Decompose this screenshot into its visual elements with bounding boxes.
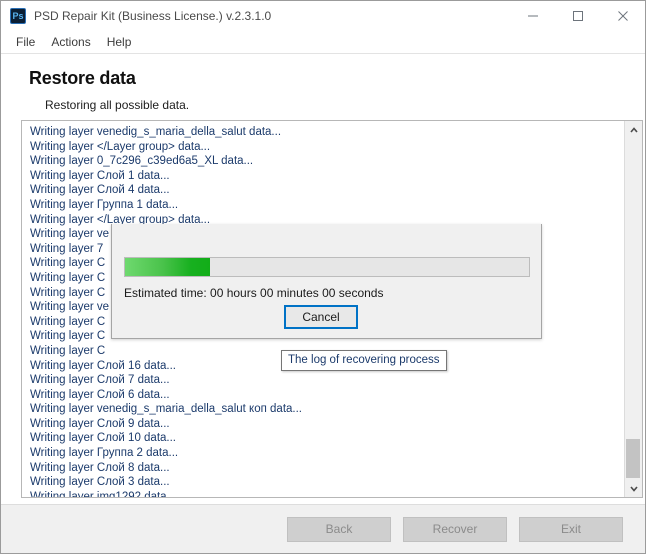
close-icon[interactable] (600, 1, 645, 31)
page-title: Restore data (29, 68, 136, 88)
log-line: Writing layer Слой 1 data... (30, 169, 170, 182)
log-tooltip: The log of recovering process (281, 350, 447, 371)
title-bar: Ps PSD Repair Kit (Business License.) v.… (1, 1, 645, 31)
application-window: Ps PSD Repair Kit (Business License.) v.… (0, 0, 646, 554)
chevron-down-icon[interactable] (625, 480, 642, 497)
maximize-icon[interactable] (555, 1, 600, 31)
log-line: Writing layer Слой 3 data... (30, 476, 170, 489)
recover-button[interactable]: Recover (403, 516, 507, 542)
log-line: Writing layer Слой 4 data... (30, 184, 170, 197)
progress-bar (124, 257, 530, 277)
log-line: Writing layer Слой 6 data... (30, 388, 170, 401)
menu-bar: File Actions Help (1, 31, 645, 54)
progress-dialog: Estimated time: 00 hours 00 minutes 00 s… (111, 224, 542, 339)
log-line: Writing layer venedig_s_maria_della_salu… (30, 126, 282, 138)
log-line: Writing layer Слой 8 data... (30, 461, 170, 474)
scrollbar-thumb[interactable] (626, 439, 640, 478)
menu-item-file[interactable]: File (8, 33, 43, 51)
photoshop-ps-icon: Ps (10, 8, 26, 24)
log-line: Writing layer </Layer group> data... (30, 140, 211, 153)
log-line: Writing layer Слой 9 data... (30, 417, 170, 430)
log-line: Writing layer Слой 7 data... (30, 374, 170, 387)
estimated-time-label: Estimated time: 00 hours 00 minutes 00 s… (124, 286, 384, 300)
page-header: Restore data Restoring all possible data… (1, 54, 645, 118)
log-line: Writing layer Группа 2 data... (30, 447, 179, 460)
log-scrollbar[interactable] (624, 121, 642, 497)
window-controls (510, 1, 645, 31)
minimize-icon[interactable] (510, 1, 555, 31)
log-line: Writing layer venedig_s_maria_della_salu… (30, 403, 302, 416)
log-line: Writing layer Группа 1 data... (30, 198, 179, 211)
menu-item-actions[interactable]: Actions (43, 33, 98, 51)
log-line: Writing layer Слой 10 data... (30, 432, 177, 445)
log-line: Writing layer 0_7c296_c39ed6a5_XL data..… (30, 155, 254, 168)
log-line: Writing layer img1292 data... (30, 490, 177, 497)
progress-bar-fill (125, 258, 210, 276)
menu-item-help[interactable]: Help (99, 33, 140, 51)
footer-bar: Back Recover Exit (1, 504, 645, 553)
back-button[interactable]: Back (287, 516, 391, 542)
chevron-up-icon[interactable] (625, 121, 642, 138)
page-subtitle: Restoring all possible data. (45, 98, 190, 112)
window-title: PSD Repair Kit (Business License.) v.2.3… (34, 9, 272, 23)
exit-button[interactable]: Exit (519, 516, 623, 542)
cancel-button[interactable]: Cancel (284, 305, 358, 329)
